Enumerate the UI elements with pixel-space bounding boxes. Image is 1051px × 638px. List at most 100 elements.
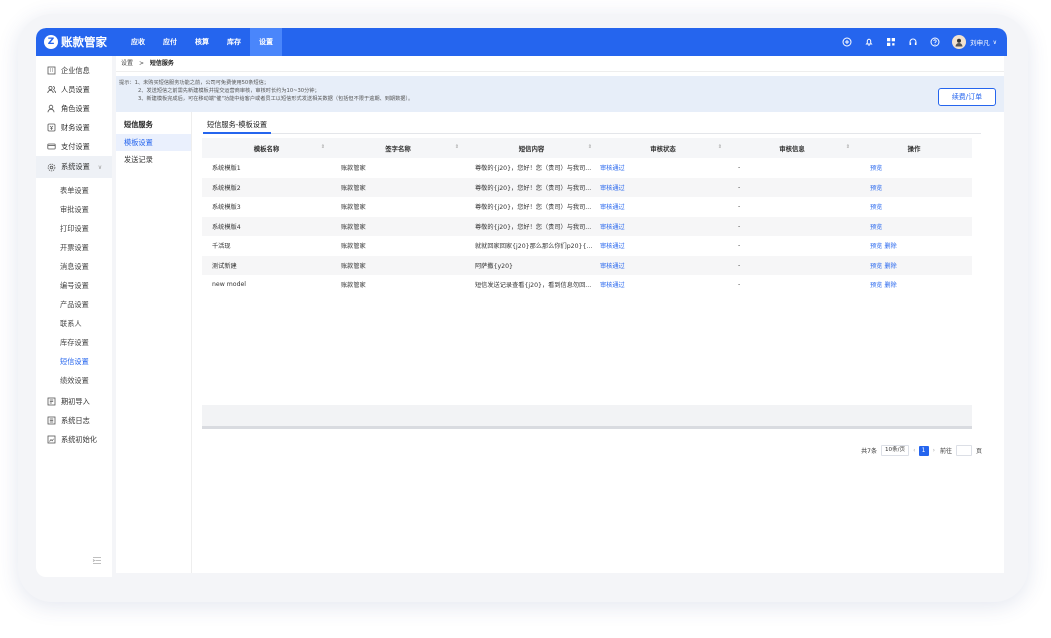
preview-link[interactable]: 预览	[870, 282, 882, 289]
preview-link[interactable]: 预览	[870, 185, 882, 192]
sidebar-sub-message[interactable]: 消息设置	[36, 257, 112, 276]
sign-name: 账款管家	[331, 177, 465, 197]
sidebar-item-init[interactable]: 系统初始化	[36, 430, 112, 449]
bell-icon[interactable]	[864, 37, 874, 47]
sms-content: 尊敬的{j20}，您好！您（贵司）与我司...	[465, 177, 598, 197]
users-icon	[47, 85, 57, 95]
sidebar-sub-approval[interactable]: 审批设置	[36, 200, 112, 219]
preview-link[interactable]: 预览	[870, 263, 882, 270]
sms-menu-title: 短信服务	[124, 120, 153, 129]
column-header[interactable]: 签字名称 ⇕	[331, 138, 465, 158]
delete-link[interactable]: 删除	[884, 282, 896, 289]
page-label: 页	[975, 448, 982, 455]
preview-link[interactable]: 预览	[870, 224, 882, 231]
notice-line-1: 1、未购买短信服务功能之前，公司可免费使用50条短信；	[134, 80, 269, 86]
nav-item-payable[interactable]: 应付	[154, 28, 186, 56]
review-info: -	[738, 242, 741, 250]
column-header[interactable]: 审核状态 ⇕	[598, 138, 728, 158]
sidebar-group-system-settings[interactable]: 系统设置 ∨	[36, 156, 112, 178]
sort-icon[interactable]: ⇕	[588, 144, 592, 150]
preview-link[interactable]: 预览	[870, 243, 882, 250]
renew-order-button[interactable]: 续费/订单	[938, 88, 996, 106]
sidebar-sub-product[interactable]: 产品设置	[36, 295, 112, 314]
sidebar-sub-invoice[interactable]: 开票设置	[36, 238, 112, 257]
table-header-row: 模板名称 ⇕ 签字名称 ⇕ 短信内容 ⇕ 审核状态 ⇕ 审核信息 ⇕ 操作	[202, 138, 972, 158]
nav-item-receivable[interactable]: 应收	[122, 28, 154, 56]
review-status: 审核通过	[598, 177, 728, 197]
page-size-select[interactable]: 10条/页	[880, 445, 910, 456]
tab-bar: 短信服务-模板设置	[203, 118, 981, 134]
goto-page-input[interactable]	[955, 445, 972, 456]
sidebar-sub-contacts[interactable]: 联系人	[36, 314, 112, 333]
column-header[interactable]: 审核信息 ⇕	[728, 138, 856, 158]
preview-link[interactable]: 预览	[870, 165, 882, 172]
nav-item-inventory[interactable]: 库存	[218, 28, 250, 56]
table-row: new model 账款管家 短信发送记录查看{j20}，看到信息勿回... 审…	[202, 275, 972, 295]
preview-link[interactable]: 预览	[870, 204, 882, 211]
sidebar-item-finance[interactable]: 财务设置	[36, 118, 112, 137]
prev-page-icon[interactable]: ‹	[913, 447, 915, 454]
review-status: 审核通过	[598, 216, 728, 236]
sidebar-item-log[interactable]: 系统日志	[36, 411, 112, 430]
sidebar-item-company[interactable]: 企业信息	[36, 61, 112, 80]
help-icon[interactable]	[930, 37, 940, 47]
tab-template-settings[interactable]: 短信服务-模板设置	[203, 118, 272, 134]
table-scroll-area[interactable]	[202, 405, 972, 429]
sort-icon[interactable]: ⇕	[455, 144, 459, 150]
row-actions: 预览 删除	[856, 275, 972, 295]
sidebar-item-label: 人员设置	[61, 84, 90, 94]
nav-item-settings[interactable]: 设置	[250, 28, 282, 56]
sidebar-item-label: 企业信息	[61, 65, 90, 75]
review-status: 审核通过	[598, 255, 728, 275]
chevron-down-icon[interactable]: ∨	[993, 39, 997, 46]
sidebar-sub-print[interactable]: 打印设置	[36, 219, 112, 238]
menu-item-send-log[interactable]: 发送记录	[116, 151, 191, 168]
sidebar-sub-numbering[interactable]: 编号设置	[36, 276, 112, 295]
next-page-icon[interactable]: ›	[933, 447, 935, 454]
sort-icon[interactable]: ⇕	[846, 144, 850, 150]
headset-icon[interactable]	[908, 37, 918, 47]
init-icon	[47, 435, 57, 445]
sms-content: 尊敬的{j20}，您好！您（贵司）与我司...	[465, 216, 598, 236]
sort-icon[interactable]: ⇕	[718, 144, 722, 150]
sign-name: 账款管家	[341, 243, 366, 251]
sidebar-item-roles[interactable]: 角色设置	[36, 99, 112, 118]
breadcrumb-root[interactable]: 设置	[121, 60, 133, 67]
qrcode-icon[interactable]	[886, 37, 896, 47]
avatar[interactable]	[952, 35, 967, 49]
delete-link[interactable]: 删除	[884, 263, 896, 270]
sidebar-sub-inventory[interactable]: 库存设置	[36, 333, 112, 352]
sidebar-item-label: 系统日志	[61, 415, 90, 425]
row-actions: 预览	[856, 158, 972, 178]
collapse-menu-icon[interactable]	[92, 556, 102, 567]
sign-name: 账款管家	[331, 255, 465, 275]
delete-link[interactable]: 删除	[884, 243, 896, 250]
sort-icon[interactable]: ⇕	[321, 144, 325, 150]
column-header[interactable]: 短信内容 ⇕	[465, 138, 598, 158]
card-icon	[47, 142, 57, 152]
username[interactable]: 刘申凡	[970, 37, 990, 47]
menu-item-template[interactable]: 模板设置	[116, 134, 191, 151]
goto-label: 前往	[939, 448, 952, 455]
sidebar-item-label: 系统初始化	[61, 434, 97, 444]
review-status: 审核通过	[600, 282, 625, 290]
sidebar-item-import[interactable]: 期初导入	[36, 392, 112, 411]
app-logo[interactable]: Z 账款管家	[44, 34, 122, 50]
top-nav-bar: Z 账款管家 应收 应付 核算 库存 设置 刘申凡 ∨	[36, 28, 1007, 56]
finance-icon	[47, 123, 57, 133]
page-number-current[interactable]: 1	[918, 445, 929, 456]
sidebar-item-staff[interactable]: 人员设置	[36, 80, 112, 99]
table-row: 系统模版3 账款管家 尊敬的{j20}，您好！您（贵司）与我司... 审核通过 …	[202, 197, 972, 217]
sidebar-item-payment[interactable]: 支付设置	[36, 137, 112, 156]
sidebar-sub-sms[interactable]: 短信设置	[36, 352, 112, 371]
import-icon	[47, 397, 57, 407]
nav-item-accounting[interactable]: 核算	[186, 28, 218, 56]
sms-content: 阿萨撒{y20}	[465, 255, 598, 275]
add-circle-icon[interactable]	[842, 37, 852, 47]
review-info: -	[728, 177, 856, 197]
sign-name: 账款管家	[341, 204, 366, 212]
sidebar-sub-form[interactable]: 表单设置	[36, 181, 112, 200]
breadcrumb-separator: >	[138, 60, 144, 67]
sidebar-sub-performance[interactable]: 绩效设置	[36, 371, 112, 390]
column-header[interactable]: 模板名称 ⇕	[202, 138, 331, 158]
